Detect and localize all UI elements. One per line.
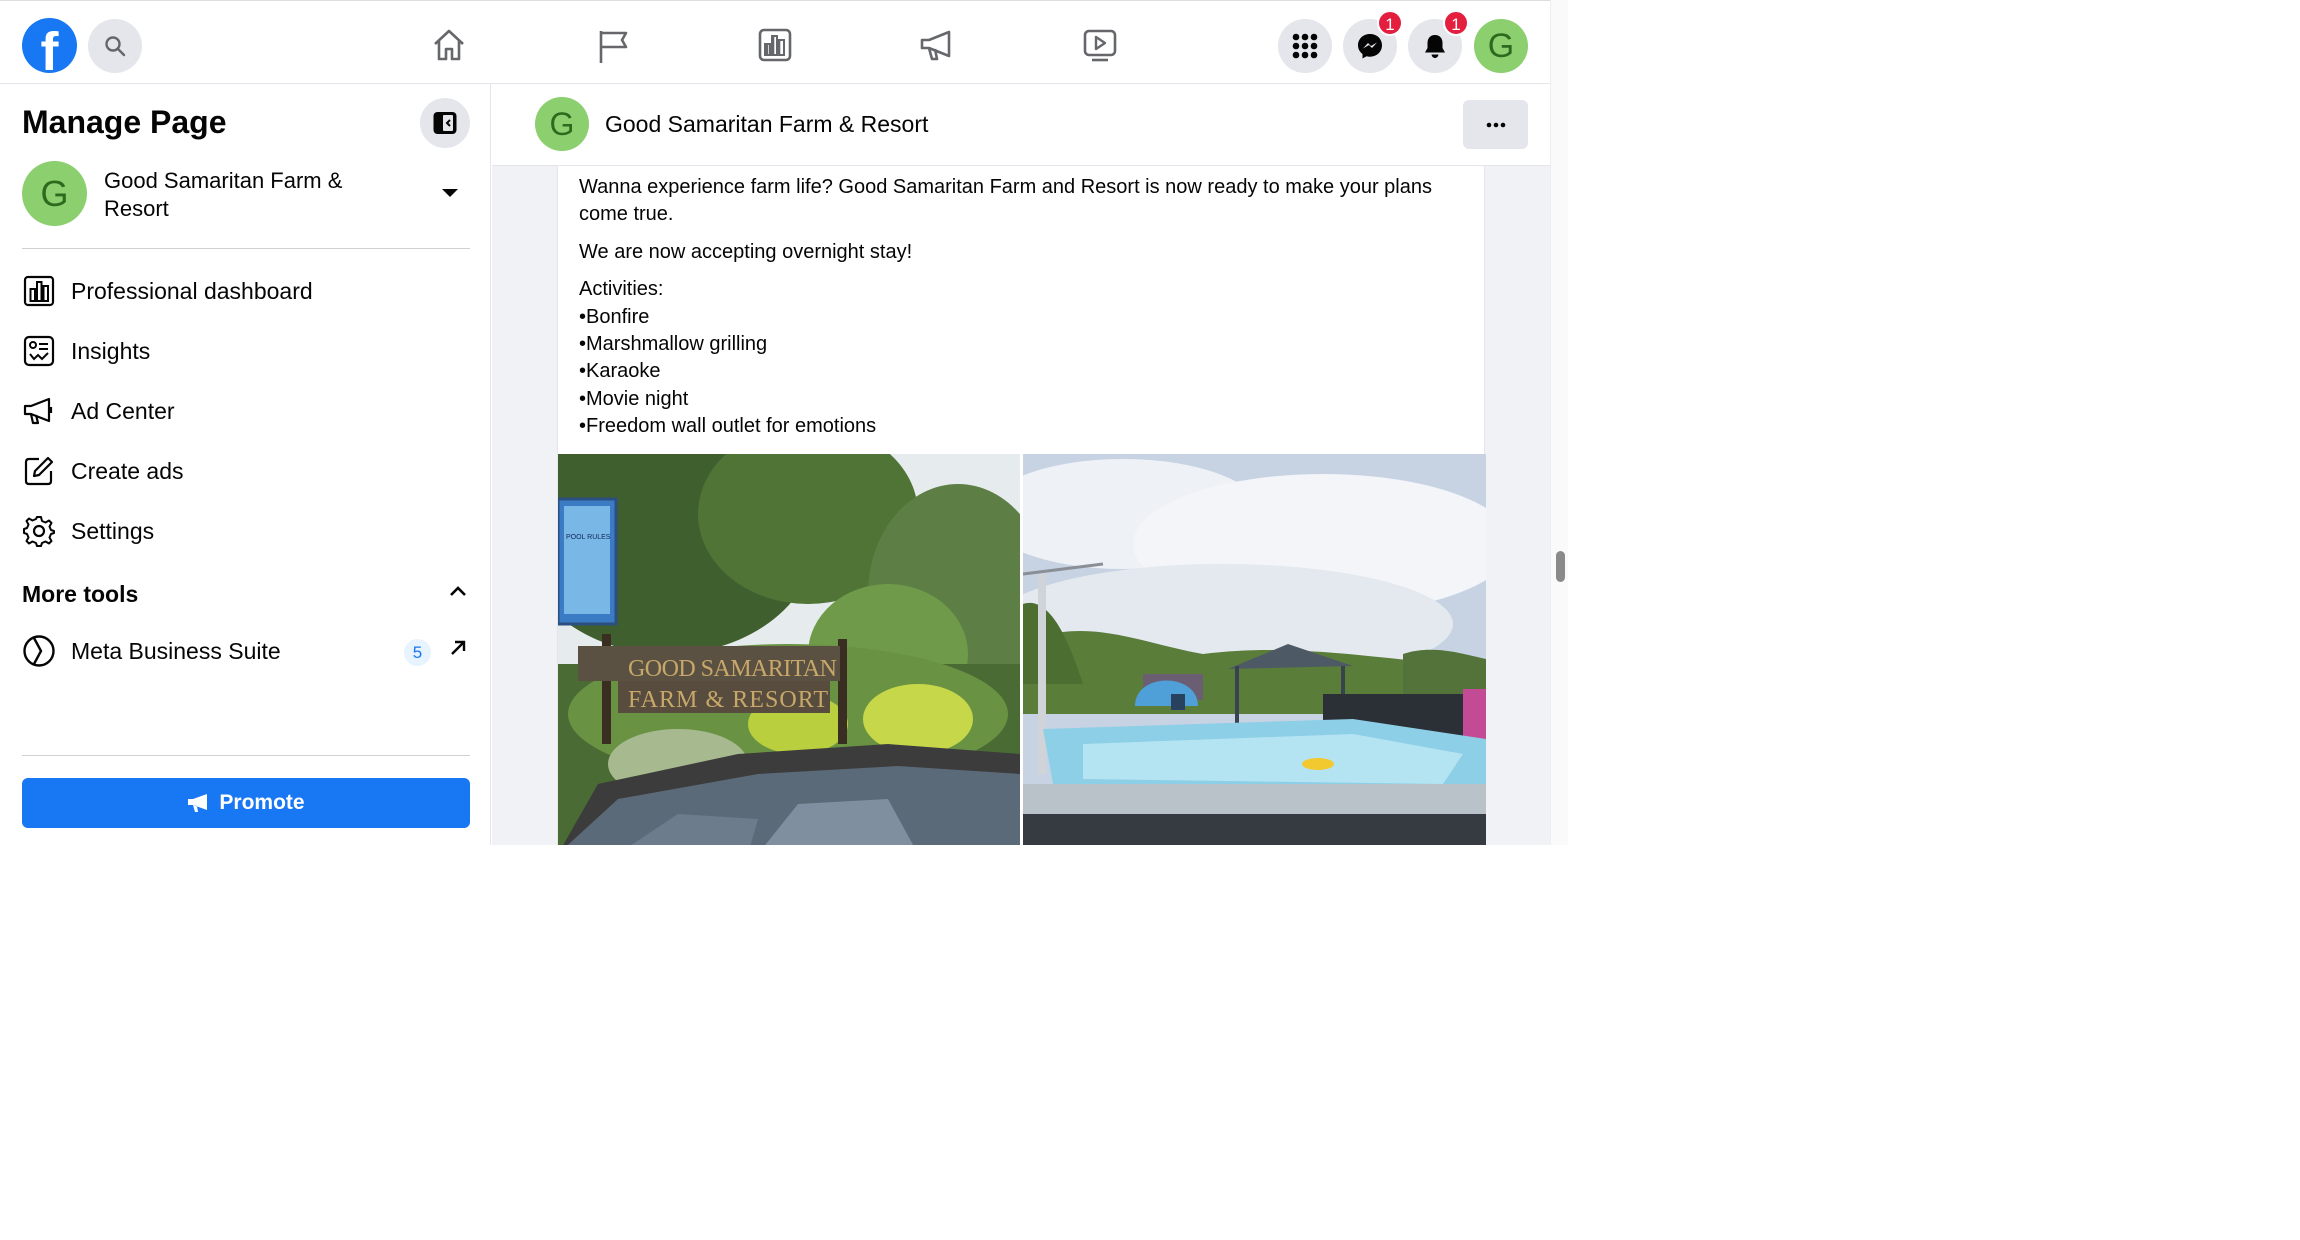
collapse-sidebar-button[interactable] bbox=[420, 98, 470, 148]
caret-down-icon[interactable] bbox=[441, 187, 459, 199]
post-photo-pool[interactable] bbox=[1023, 454, 1486, 845]
messenger-icon bbox=[1358, 34, 1382, 59]
megaphone-icon bbox=[188, 794, 208, 812]
sidebar-item-professional-dashboard[interactable]: Professional dashboard bbox=[22, 269, 470, 313]
home-icon[interactable] bbox=[429, 25, 469, 65]
activity-item: •Bonfire bbox=[579, 305, 650, 328]
collapse-panel-icon bbox=[433, 112, 457, 134]
manage-page-sidebar: Manage Page G Good Samaritan Farm & Reso… bbox=[0, 84, 491, 845]
main-content: Wanna experience farm life? Good Samarit… bbox=[492, 84, 1550, 845]
more-tools-heading: More tools bbox=[22, 581, 139, 607]
page-switcher[interactable]: G Good Samaritan Farm & Resort bbox=[22, 161, 470, 227]
activity-item: •Movie night bbox=[579, 387, 689, 410]
bell-icon bbox=[1425, 35, 1445, 58]
sidebar-item-ad-center[interactable]: Ad Center bbox=[22, 389, 470, 433]
account-avatar[interactable]: G bbox=[1474, 19, 1528, 73]
page-avatar: G bbox=[22, 161, 87, 226]
facebook-logo[interactable]: f bbox=[22, 18, 77, 73]
post-photo-sign[interactable]: POOL RULES GOOD SAMARITAN FARM & RESORT bbox=[558, 454, 1020, 845]
page-name: Good Samaritan Farm & Resort bbox=[104, 168, 343, 221]
activity-item: •Karaoke bbox=[579, 360, 661, 383]
edit-icon bbox=[22, 454, 56, 488]
dashboard-icon[interactable] bbox=[755, 25, 795, 65]
sidebar-item-label: Professional dashboard bbox=[71, 277, 313, 304]
sidebar-item-meta-business-suite[interactable]: Meta Business Suite bbox=[22, 629, 397, 673]
activities-title: Activities: bbox=[579, 278, 664, 301]
sidebar-item-settings[interactable]: Settings bbox=[22, 509, 470, 553]
sidebar-title: Manage Page bbox=[22, 104, 227, 140]
messenger-badge: 1 bbox=[1377, 10, 1403, 36]
resort-sign-text: GOOD SAMARITAN bbox=[628, 656, 838, 682]
activity-item: •Freedom wall outlet for emotions bbox=[579, 415, 877, 438]
sidebar-item-label: Settings bbox=[71, 517, 155, 544]
post-line: We are now accepting overnight stay! bbox=[579, 240, 913, 263]
search-icon bbox=[105, 36, 126, 57]
post-card: Wanna experience farm life? Good Samarit… bbox=[557, 166, 1486, 845]
promote-label: Promote bbox=[219, 791, 305, 814]
megaphone-icon bbox=[22, 394, 56, 428]
post-author-name[interactable]: Good Samaritan Farm & Resort bbox=[605, 111, 928, 138]
sidebar-item-insights[interactable]: Insights bbox=[22, 329, 470, 373]
sidebar-item-label: Ad Center bbox=[71, 397, 175, 424]
divider bbox=[22, 755, 470, 756]
post-body: Wanna experience farm life? Good Samarit… bbox=[579, 174, 1469, 441]
page-scrollbar[interactable] bbox=[1550, 0, 1568, 845]
dashboard-icon bbox=[22, 274, 56, 308]
menu-button[interactable] bbox=[1278, 19, 1332, 73]
sidebar-item-label: Create ads bbox=[71, 457, 184, 484]
video-icon[interactable] bbox=[1080, 25, 1120, 65]
more-options-button[interactable] bbox=[1463, 100, 1528, 149]
external-link-icon[interactable] bbox=[448, 638, 468, 658]
scrollbar-thumb[interactable] bbox=[1556, 551, 1565, 582]
resort-sign-text-2: FARM & RESORT bbox=[628, 687, 828, 713]
top-navigation-bar: f 1 1 G bbox=[0, 0, 1550, 84]
post-header: G Good Samaritan Farm & Resort bbox=[492, 84, 1550, 166]
more-dots-icon bbox=[1486, 122, 1505, 127]
gear-icon bbox=[22, 514, 56, 548]
sidebar-item-label: Insights bbox=[71, 337, 151, 364]
grid-icon bbox=[1292, 33, 1318, 59]
pool-rules-text: POOL RULES bbox=[566, 534, 611, 541]
promote-button[interactable]: Promote bbox=[22, 778, 470, 828]
notifications-badge: 1 bbox=[1443, 10, 1469, 36]
megaphone-icon[interactable] bbox=[917, 25, 957, 65]
insights-icon bbox=[22, 334, 56, 368]
activity-item: •Marshmallow grilling bbox=[579, 333, 768, 356]
post-intro: Wanna experience farm life? Good Samarit… bbox=[579, 176, 1432, 226]
meta-icon bbox=[22, 634, 56, 668]
search-button[interactable] bbox=[88, 19, 142, 73]
sidebar-item-create-ads[interactable]: Create ads bbox=[22, 449, 470, 493]
divider bbox=[22, 248, 470, 249]
sidebar-item-label: Meta Business Suite bbox=[71, 637, 281, 664]
chevron-up-icon[interactable] bbox=[448, 584, 468, 598]
notification-count-badge: 5 bbox=[404, 639, 431, 666]
post-author-avatar[interactable]: G bbox=[535, 97, 589, 151]
flag-icon[interactable] bbox=[594, 25, 634, 65]
